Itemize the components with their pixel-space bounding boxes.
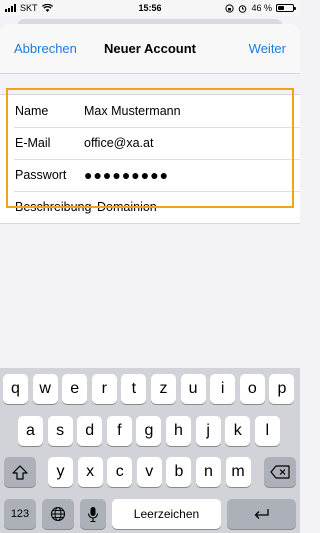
key-g[interactable]: g [136,416,162,446]
key-v[interactable]: v [136,457,162,487]
name-row[interactable]: Name Max Mustermann [0,95,300,127]
battery-icon [276,4,296,12]
key-n[interactable]: n [196,457,221,487]
shift-icon [12,464,28,480]
key-i[interactable]: i [210,374,236,404]
key-k[interactable]: k [225,416,251,446]
key-s[interactable]: s [47,416,73,446]
description-field[interactable]: Domainion [97,200,157,214]
key-e[interactable]: e [62,374,88,404]
description-row[interactable]: Beschreibung Domainion [0,191,300,223]
globe-icon [50,506,66,522]
key-z[interactable]: z [151,374,176,404]
email-field[interactable]: office@xa.at [84,136,153,150]
description-label: Beschreibung [15,200,92,214]
shift-key[interactable] [4,457,36,487]
key-j[interactable]: j [195,416,221,446]
key-a[interactable]: a [18,416,43,446]
password-row[interactable]: Passwort ●●●●●●●●● [0,159,300,191]
microphone-icon [87,506,99,522]
key-q[interactable]: q [3,374,28,404]
delete-icon [270,465,290,479]
name-field[interactable]: Max Mustermann [84,104,181,118]
key-c[interactable]: c [107,457,133,487]
key-d[interactable]: d [77,416,103,446]
key-m[interactable]: m [225,457,251,487]
name-label: Name [15,104,49,118]
status-right: 46 % [225,3,296,13]
key-y[interactable]: y [48,457,73,487]
globe-key[interactable] [42,499,74,529]
key-w[interactable]: w [32,374,58,404]
key-x[interactable]: x [77,457,103,487]
orientation-lock-icon [225,3,235,13]
key-f[interactable]: f [106,416,132,446]
email-label: E-Mail [15,136,51,150]
status-bar: SKT 15:56 46 % [0,0,300,16]
key-t[interactable]: t [121,374,147,404]
key-p[interactable]: p [269,374,295,404]
keyboard: 123 Leerzeichen qwertzuiop asdfghjkl yxcvb… [0,368,300,533]
battery-percent: 46 % [251,3,272,13]
key-b[interactable]: b [166,457,192,487]
space-key[interactable]: Leerzeichen [112,499,221,529]
password-field[interactable]: ●●●●●●●●● [84,167,169,183]
key-u[interactable]: u [180,374,206,404]
microphone-key[interactable] [80,499,106,529]
navigation-bar: Abbrechen Neuer Account Weiter [0,24,300,74]
delete-key[interactable] [264,457,296,487]
key-r[interactable]: r [91,374,117,404]
return-icon [254,509,269,519]
email-row[interactable]: E-Mail office@xa.at [0,127,300,159]
alarm-icon [239,4,247,13]
key-h[interactable]: h [166,416,191,446]
numbers-key[interactable]: 123 [4,499,36,529]
key-o[interactable]: o [239,374,265,404]
key-l[interactable]: l [254,416,280,446]
next-button[interactable]: Weiter [249,41,286,56]
battery-level [278,6,285,10]
password-label: Passwort [15,168,67,182]
account-form: Name Max Mustermann E-Mail office@xa.at … [0,94,300,224]
return-key[interactable] [227,499,296,529]
